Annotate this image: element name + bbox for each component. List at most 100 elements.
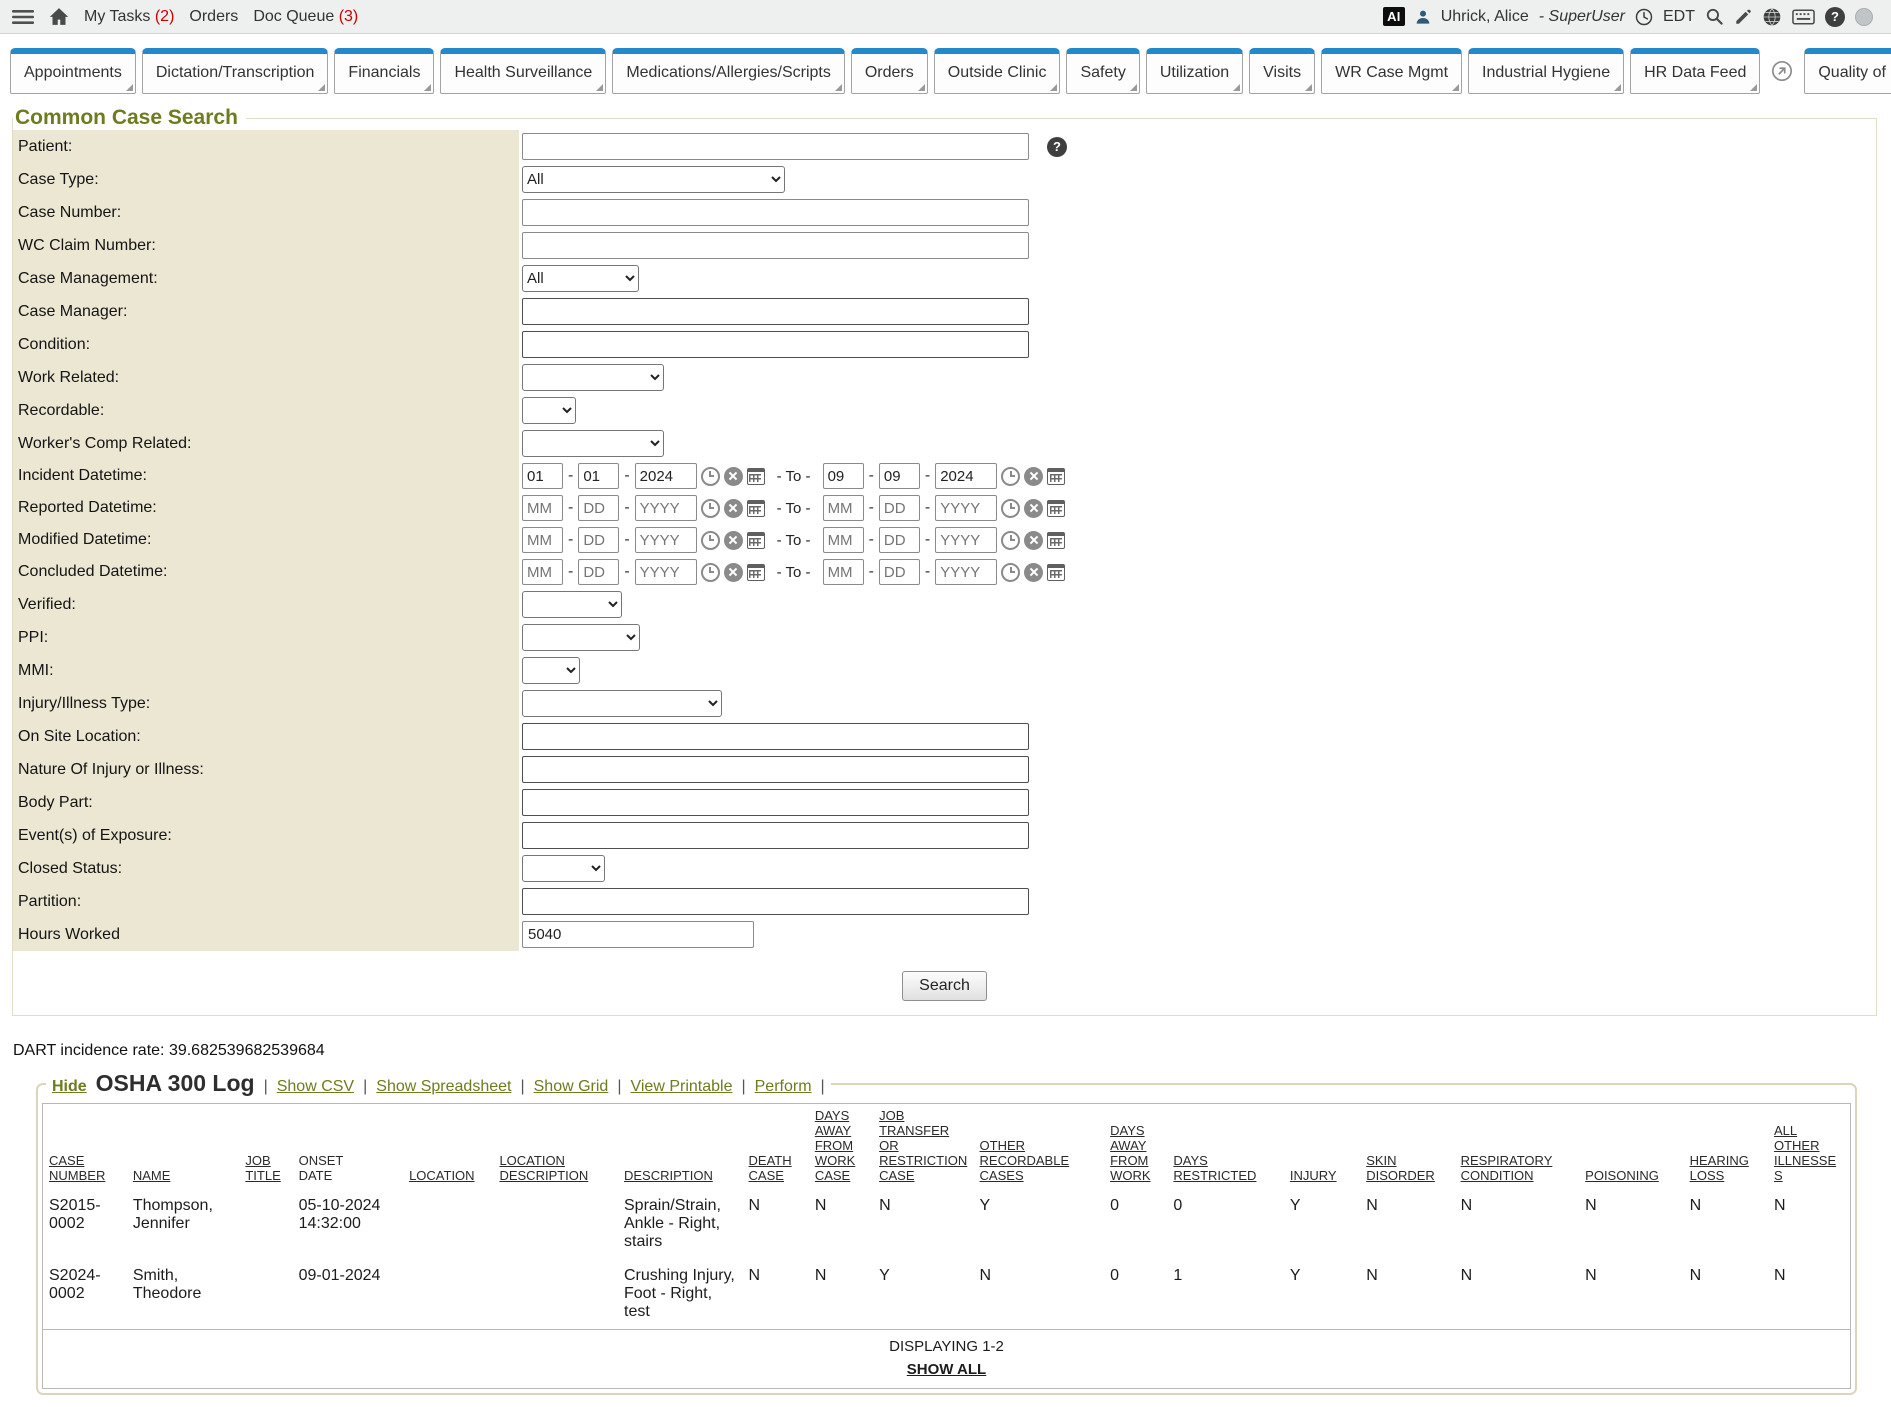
external-link-icon[interactable]	[1771, 60, 1793, 82]
incident-to-month-input[interactable]	[823, 463, 864, 489]
show-grid-link[interactable]: Show Grid	[534, 1078, 609, 1096]
col-case-number[interactable]: CASE NUMBER	[43, 1104, 127, 1190]
time-picker-icon[interactable]	[701, 467, 720, 486]
orders-link[interactable]: Orders	[189, 8, 238, 26]
modified-to-year-input[interactable]	[935, 527, 997, 553]
col-days-away-from-work-case[interactable]: DAYS AWAY FROM WORK CASE	[809, 1104, 873, 1190]
calendar-icon[interactable]	[1047, 532, 1065, 549]
time-picker-icon[interactable]	[701, 563, 720, 582]
concluded-from-day-input[interactable]	[578, 559, 619, 585]
reported-to-month-input[interactable]	[823, 495, 864, 521]
col-job-transfer-or-restriction-case[interactable]: JOB TRANSFER OR RESTRICTION CASE	[873, 1104, 973, 1190]
concluded-from-month-input[interactable]	[522, 559, 563, 585]
recordable-select[interactable]	[522, 397, 576, 424]
modified-to-day-input[interactable]	[879, 527, 920, 553]
tab-safety[interactable]: Safety	[1066, 48, 1139, 94]
modified-from-year-input[interactable]	[635, 527, 697, 553]
calendar-icon[interactable]	[1047, 564, 1065, 581]
ppi-select[interactable]	[522, 624, 640, 651]
tab-visits[interactable]: Visits	[1249, 48, 1315, 94]
injury-illness-type-select[interactable]	[522, 690, 722, 717]
modified-from-day-input[interactable]	[578, 527, 619, 553]
calendar-icon[interactable]	[747, 564, 765, 581]
calendar-icon[interactable]	[1047, 468, 1065, 485]
calendar-icon[interactable]	[747, 500, 765, 517]
time-picker-icon[interactable]	[1001, 563, 1020, 582]
calendar-icon[interactable]	[1047, 500, 1065, 517]
tab-financials[interactable]: Financials	[334, 48, 434, 94]
events-of-exposure-input[interactable]	[522, 822, 1029, 849]
user-name[interactable]: Uhrick, Alice	[1441, 8, 1529, 26]
case-number-input[interactable]	[522, 199, 1029, 226]
modified-from-month-input[interactable]	[522, 527, 563, 553]
col-days-away-from-work[interactable]: DAYS AWAY FROM WORK	[1104, 1104, 1167, 1190]
time-picker-icon[interactable]	[1001, 531, 1020, 550]
clear-icon[interactable]	[1024, 531, 1043, 550]
reported-from-day-input[interactable]	[578, 495, 619, 521]
tab-quality-of-care[interactable]: Quality of Care	[1804, 48, 1891, 94]
tab-outside-clinic[interactable]: Outside Clinic	[934, 48, 1061, 94]
work-related-select[interactable]	[522, 364, 664, 391]
search-icon[interactable]	[1705, 7, 1724, 26]
help-icon[interactable]: ?	[1825, 7, 1845, 27]
hours-worked-input[interactable]	[522, 921, 754, 948]
verified-select[interactable]	[522, 591, 622, 618]
col-description[interactable]: DESCRIPTION	[618, 1104, 743, 1190]
time-picker-icon[interactable]	[1001, 467, 1020, 486]
closed-status-select[interactable]	[522, 855, 605, 882]
col-location-description[interactable]: LOCATION DESCRIPTION	[493, 1104, 618, 1190]
view-printable-link[interactable]: View Printable	[630, 1078, 732, 1096]
nature-of-injury-input[interactable]	[522, 756, 1029, 783]
time-picker-icon[interactable]	[701, 531, 720, 550]
on-site-location-input[interactable]	[522, 723, 1029, 750]
show-all-link[interactable]: SHOW ALL	[907, 1361, 986, 1378]
clear-icon[interactable]	[724, 467, 743, 486]
doc-queue-link[interactable]: Doc Queue (3)	[253, 8, 358, 26]
tab-medications-allergies-scripts[interactable]: Medications/Allergies/Scripts	[612, 48, 845, 94]
concluded-from-year-input[interactable]	[635, 559, 697, 585]
col-onset-date[interactable]: ONSET DATE	[293, 1104, 403, 1190]
tab-appointments[interactable]: Appointments	[10, 48, 136, 94]
show-spreadsheet-link[interactable]: Show Spreadsheet	[376, 1078, 511, 1096]
keyboard-icon[interactable]	[1792, 9, 1815, 25]
workers-comp-related-select[interactable]	[522, 430, 664, 457]
tab-utilization[interactable]: Utilization	[1146, 48, 1243, 94]
concluded-to-month-input[interactable]	[823, 559, 864, 585]
tab-health-surveillance[interactable]: Health Surveillance	[440, 48, 606, 94]
patient-help-icon[interactable]: ?	[1047, 137, 1067, 157]
my-tasks-link[interactable]: My Tasks (2)	[84, 8, 174, 26]
clear-icon[interactable]	[724, 563, 743, 582]
body-part-input[interactable]	[522, 789, 1029, 816]
patient-input[interactable]	[522, 133, 1029, 160]
modified-to-month-input[interactable]	[823, 527, 864, 553]
col-all-other-illnesses[interactable]: ALL OTHER ILLNESSES	[1768, 1104, 1851, 1190]
condition-input[interactable]	[522, 331, 1029, 358]
case-management-select[interactable]: All	[522, 265, 639, 292]
reported-from-year-input[interactable]	[635, 495, 697, 521]
tab-dictation-transcription[interactable]: Dictation/Transcription	[142, 48, 329, 94]
tab-orders[interactable]: Orders	[851, 48, 928, 94]
clear-icon[interactable]	[1024, 499, 1043, 518]
time-picker-icon[interactable]	[701, 499, 720, 518]
col-skin-disorder[interactable]: SKIN DISORDER	[1360, 1104, 1454, 1190]
hide-link[interactable]: Hide	[52, 1078, 87, 1096]
clear-icon[interactable]	[724, 499, 743, 518]
search-button[interactable]: Search	[902, 971, 987, 1001]
col-days-restricted[interactable]: DAYS RESTRICTED	[1167, 1104, 1284, 1190]
incident-to-day-input[interactable]	[879, 463, 920, 489]
menu-icon[interactable]	[12, 9, 34, 25]
incident-from-year-input[interactable]	[635, 463, 697, 489]
col-location[interactable]: LOCATION	[403, 1104, 493, 1190]
clock-icon[interactable]	[1635, 8, 1653, 26]
col-other-recordable-cases[interactable]: OTHER RECORDABLE CASES	[974, 1104, 1105, 1190]
col-job-title[interactable]: JOB TITLE	[239, 1104, 292, 1190]
perform-link[interactable]: Perform	[755, 1078, 812, 1096]
col-name[interactable]: NAME	[127, 1104, 239, 1190]
tab-industrial-hygiene[interactable]: Industrial Hygiene	[1468, 48, 1624, 94]
case-manager-input[interactable]	[522, 298, 1029, 325]
tab-hr-data-feed[interactable]: HR Data Feed	[1630, 48, 1760, 94]
tab-wr-case-mgmt[interactable]: WR Case Mgmt	[1321, 48, 1462, 94]
col-poisoning[interactable]: POISONING	[1579, 1104, 1683, 1190]
clear-icon[interactable]	[1024, 467, 1043, 486]
calendar-icon[interactable]	[747, 532, 765, 549]
